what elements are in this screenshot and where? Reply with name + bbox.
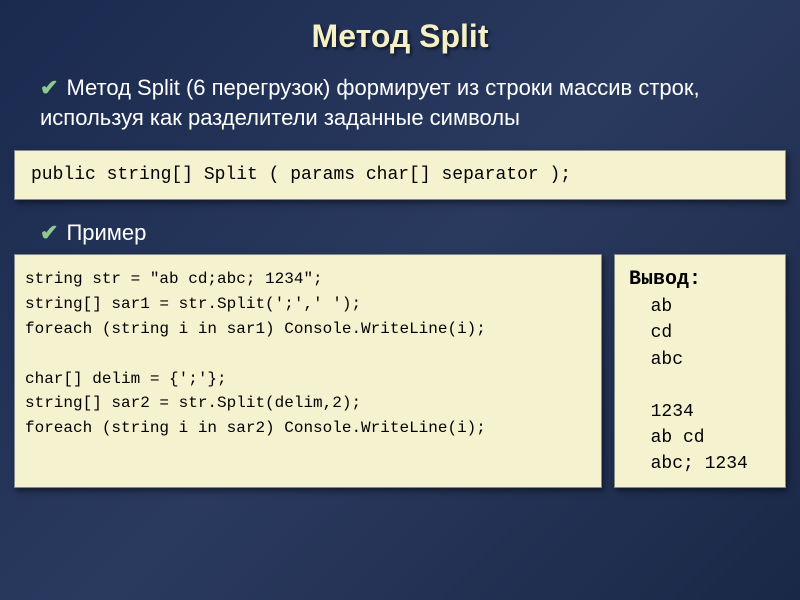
checkmark-icon: ✔: [40, 75, 58, 100]
slide-title: Метод Split: [0, 0, 800, 67]
output-box: Вывод: ab cd abc 1234 ab cd abc; 1234: [614, 254, 786, 488]
checkmark-icon: ✔: [40, 220, 58, 245]
example-row: string str = "ab cd;abc; 1234"; string[]…: [0, 254, 800, 488]
example-block: ✔ Пример: [0, 214, 800, 254]
example-label: Пример: [66, 220, 146, 245]
intro-block: ✔Метод Split (6 перегрузок) формирует из…: [0, 67, 800, 142]
output-header: Вывод:: [629, 268, 701, 291]
signature-code: public string[] Split ( params char[] se…: [14, 150, 786, 200]
intro-text: Метод Split (6 перегрузок) формирует из …: [40, 75, 700, 130]
output-lines: ab cd abc 1234 ab cd abc; 1234: [629, 297, 748, 474]
example-code: string str = "ab cd;abc; 1234"; string[]…: [14, 254, 602, 488]
